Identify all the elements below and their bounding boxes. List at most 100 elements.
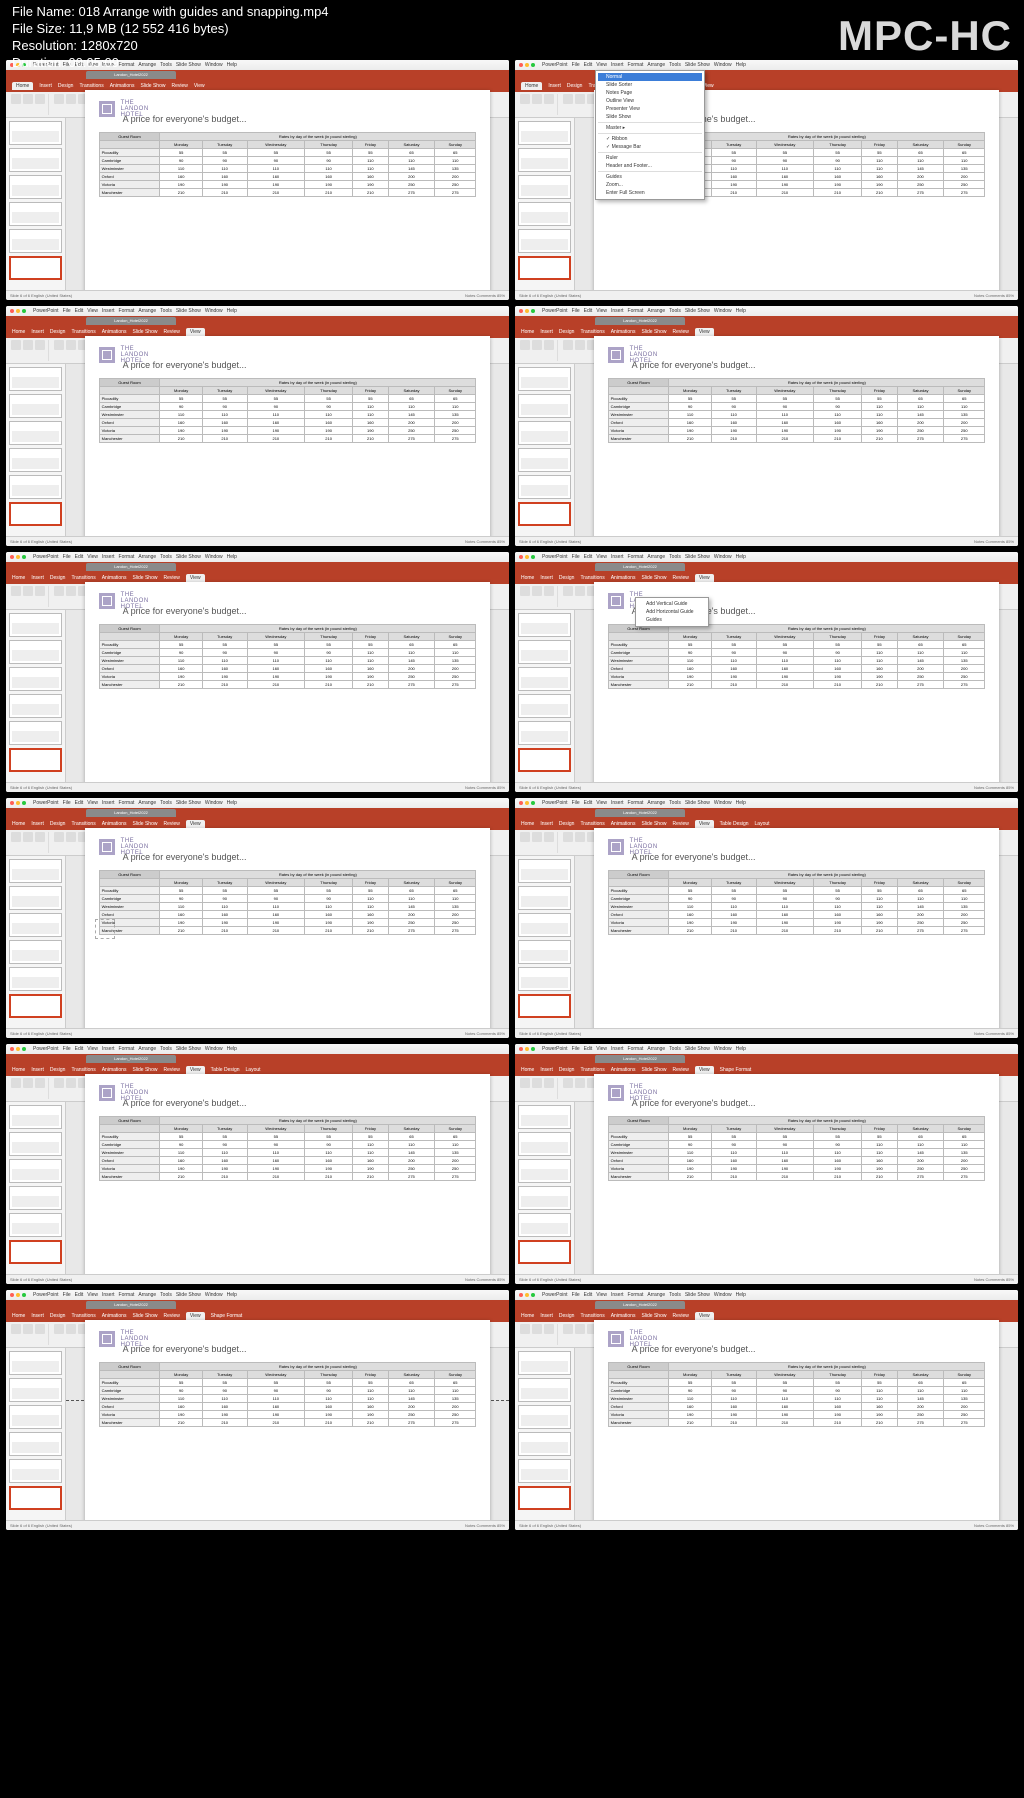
status-right[interactable]: Notes Comments 85% [465,785,505,790]
ribbon-button[interactable] [544,1078,554,1088]
ribbon-button[interactable] [66,1324,76,1334]
slide-canvas[interactable]: THELANDONHOTEL A price for everyone's bu… [85,336,491,546]
menu-window[interactable]: Window [205,308,223,314]
menu-insert[interactable]: Insert [102,800,115,806]
tab-tabledesign[interactable]: Table Design [720,821,749,827]
tab-transitions[interactable]: Transitions [71,329,95,335]
slide-thumb-6[interactable] [518,1486,571,1510]
slide-thumb-4[interactable] [9,202,62,226]
ribbon-button[interactable] [35,94,45,104]
tab-transitions[interactable]: Transitions [79,83,103,89]
tab-insert[interactable]: Insert [31,821,44,827]
slide-thumb-2[interactable] [9,1132,62,1156]
menu-item[interactable]: Guides [638,616,706,624]
slide-editor[interactable]: THELANDONHOTEL A price for everyone's bu… [66,364,509,536]
menu-slideshow[interactable]: Slide Show [176,308,201,314]
tab-transitions[interactable]: Transitions [580,821,604,827]
menu-arrange[interactable]: Arrange [138,1292,156,1298]
ribbon-button[interactable] [35,1324,45,1334]
tab-design[interactable]: Design [559,575,575,581]
tab-view[interactable]: View [695,820,714,828]
menu-edit[interactable]: Edit [584,800,593,806]
slide-canvas[interactable]: THELANDONHOTEL A price for everyone's bu… [594,828,1000,1038]
menu-format[interactable]: Format [119,308,135,314]
menu-slideshow[interactable]: Slide Show [685,1292,710,1298]
rates-table[interactable]: Guest RoomRates by day of the week (in p… [99,1116,477,1181]
tab-insert[interactable]: Insert [31,1313,44,1319]
rates-table[interactable]: Guest RoomRates by day of the week (in p… [99,1362,477,1427]
menu-arrange[interactable]: Arrange [138,308,156,314]
ribbon-button[interactable] [35,1078,45,1088]
menu-item[interactable]: Enter Full Screen [598,189,702,197]
tab-view[interactable]: View [186,1312,205,1320]
menu-item[interactable]: Add Vertical Guide [638,600,706,608]
slide-thumbs-panel[interactable] [515,1348,575,1520]
tab-review[interactable]: Review [163,575,179,581]
menu-view[interactable]: View [87,800,98,806]
slide-editor[interactable]: THELANDONHOTEL A price for everyone's bu… [575,856,1018,1028]
ribbon-button[interactable] [54,94,64,104]
menu-file[interactable]: File [572,554,580,560]
ribbon-button[interactable] [544,94,554,104]
slide-canvas[interactable]: THELANDONHOTEL A price for everyone's bu… [594,1074,1000,1284]
slide-thumb-3[interactable] [518,421,571,445]
ribbon-button[interactable] [532,586,542,596]
tab-review[interactable]: Review [672,329,688,335]
menu-tools[interactable]: Tools [160,1046,172,1052]
tab-shapeformat[interactable]: Shape Format [720,1067,752,1073]
menu-window[interactable]: Window [714,62,732,68]
tab-transitions[interactable]: Transitions [580,1067,604,1073]
menu-tools[interactable]: Tools [160,800,172,806]
slide-thumb-5[interactable] [518,475,571,499]
ribbon-button[interactable] [11,1078,21,1088]
menu-insert[interactable]: Insert [611,1292,624,1298]
slide-thumb-5[interactable] [9,229,62,253]
slide-thumb-1[interactable] [518,1105,571,1129]
ribbon-button[interactable] [23,94,33,104]
ribbon-button[interactable] [563,340,573,350]
menu-slideshow[interactable]: Slide Show [176,1046,201,1052]
tab-transitions[interactable]: Transitions [71,1067,95,1073]
tab-view[interactable]: View [695,1312,714,1320]
slide-thumbs-panel[interactable] [515,610,575,782]
menu-item[interactable]: Guides [598,173,702,181]
menu-item[interactable]: Normal [598,73,702,81]
menu-format[interactable]: Format [628,308,644,314]
slide-thumb-4[interactable] [9,1186,62,1210]
menu-slideshow[interactable]: Slide Show [685,800,710,806]
slide-thumb-6[interactable] [9,994,62,1018]
ribbon-button[interactable] [23,1078,33,1088]
tab-review[interactable]: Review [163,821,179,827]
status-right[interactable]: Notes Comments 85% [974,785,1014,790]
status-right[interactable]: Notes Comments 85% [974,1031,1014,1036]
tab-home[interactable]: Home [521,575,534,581]
tab-review[interactable]: Review [672,1067,688,1073]
slide-thumbs-panel[interactable] [6,1348,66,1520]
slide-thumb-3[interactable] [518,913,571,937]
menu-help[interactable]: Help [736,308,746,314]
ribbon-button[interactable] [54,586,64,596]
slide-thumb-6[interactable] [9,748,62,772]
tab-slideshow[interactable]: Slide Show [641,821,666,827]
slide-thumb-1[interactable] [518,1351,571,1375]
menu-tools[interactable]: Tools [669,1292,681,1298]
menu-insert[interactable]: Insert [611,800,624,806]
ribbon-button[interactable] [520,586,530,596]
slide-canvas[interactable]: THELANDONHOTEL A price for everyone's bu… [85,582,491,792]
rates-table[interactable]: Guest RoomRates by day of the week (in p… [99,624,477,689]
menu-file[interactable]: File [572,62,580,68]
tab-design[interactable]: Design [567,83,583,89]
menu-item[interactable]: Master ▸ [598,124,702,132]
tab-view[interactable]: View [186,574,205,582]
slide-thumb-4[interactable] [518,1186,571,1210]
ribbon-button[interactable] [66,1078,76,1088]
tab-animations[interactable]: Animations [102,329,127,335]
slide-thumb-2[interactable] [518,148,571,172]
menu-slideshow[interactable]: Slide Show [685,1046,710,1052]
slide-thumbs-panel[interactable] [515,118,575,290]
menu-format[interactable]: Format [628,62,644,68]
menu-view[interactable]: View [87,554,98,560]
slide-thumb-3[interactable] [9,421,62,445]
menu-view[interactable]: View [596,1046,607,1052]
menu-insert[interactable]: Insert [611,308,624,314]
